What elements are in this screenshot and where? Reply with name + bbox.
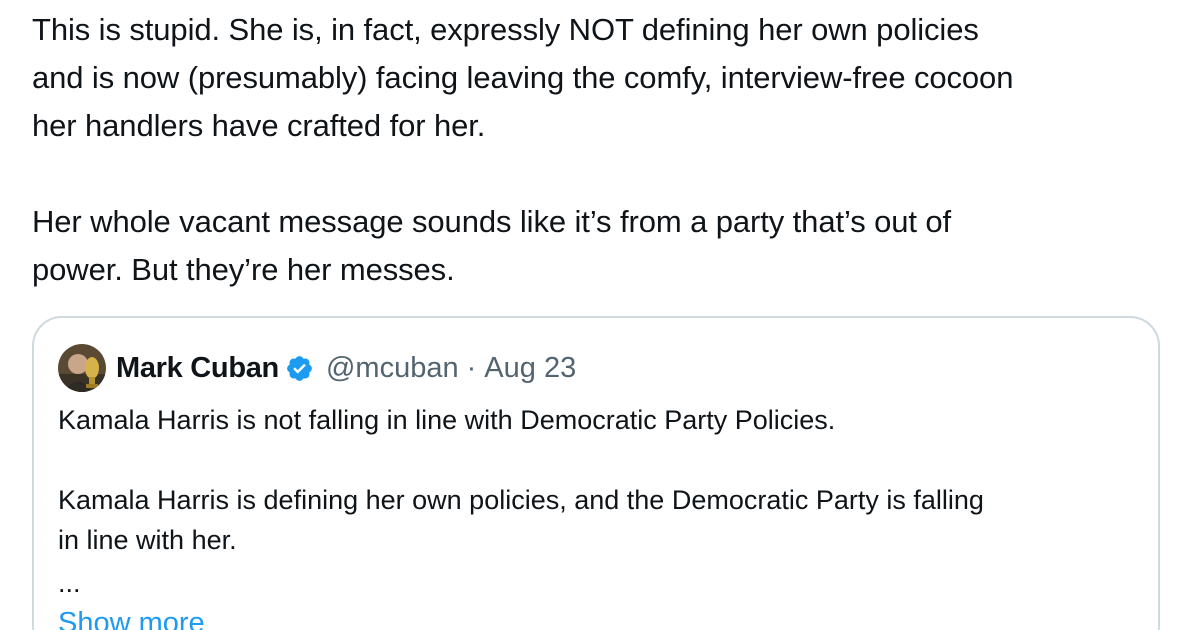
quoted-line-3: in line with her.	[58, 525, 237, 555]
tweet-paragraph-1: This is stupid. She is, in fact, express…	[32, 12, 1014, 143]
separator-dot: ·	[466, 351, 477, 384]
verified-badge-icon	[285, 354, 314, 383]
quoted-tweet-card[interactable]: Mark Cuban @mcuban · Aug 23 Kamala Harri…	[32, 316, 1160, 630]
quoted-tweet-header: Mark Cuban @mcuban · Aug 23	[58, 342, 576, 394]
show-more-link[interactable]: Show more	[58, 604, 205, 630]
avatar-photo	[58, 344, 106, 392]
tweet-text: This is stupid. She is, in fact, express…	[32, 6, 1172, 294]
quoted-line-2: Kamala Harris is defining her own polici…	[58, 485, 984, 515]
author-handle[interactable]: @mcuban	[326, 352, 459, 385]
author-avatar[interactable]	[58, 344, 106, 392]
tweet-paragraph-2: Her whole vacant message sounds like it’…	[32, 204, 952, 287]
truncation-ellipsis: ...	[58, 568, 81, 598]
post-date[interactable]: Aug 23	[484, 352, 576, 385]
quoted-line-1: Kamala Harris is not falling in line wit…	[58, 405, 836, 435]
author-name[interactable]: Mark Cuban	[116, 352, 279, 385]
quoted-tweet-body: Kamala Harris is not falling in line wit…	[58, 400, 1138, 630]
